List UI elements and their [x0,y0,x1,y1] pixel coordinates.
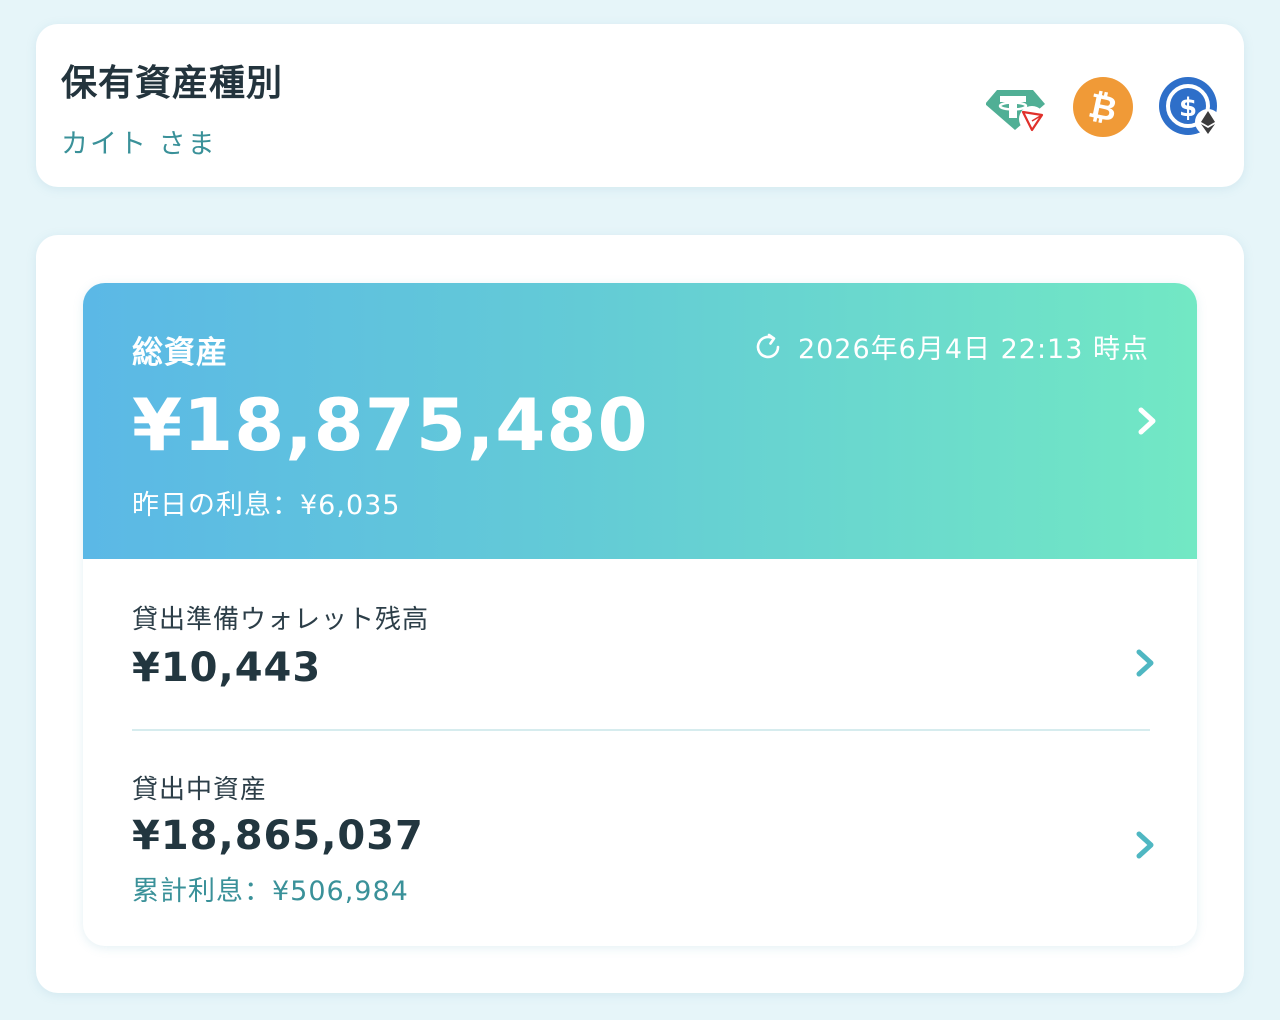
lending-assets-row[interactable]: 貸出中資産 ¥18,865,037 累計利息：¥506,984 [83,731,1197,946]
svg-text:$: $ [1179,93,1197,123]
cumulative-interest: 累計利息：¥506,984 [132,876,409,907]
total-assets-label: 総資産 [132,335,228,371]
chevron-right-icon[interactable] [1133,829,1157,861]
lending-assets-amount: ¥18,865,037 [132,813,424,859]
asset-panel: 総資産 2026年6月4日 22:13 時点 ¥18,875,480 昨日の利息… [83,283,1197,946]
reserve-wallet-label: 貸出準備ウォレット残高 [132,605,430,635]
reserve-wallet-amount: ¥10,443 [132,645,322,691]
assets-summary-card: 総資産 2026年6月4日 22:13 時点 ¥18,875,480 昨日の利息… [36,235,1244,993]
refresh-icon[interactable] [752,331,784,363]
user-name: カイト さま [61,129,217,160]
asset-types-card: 保有資産種別 カイト さま ₿ $ [36,24,1244,187]
usdc-erc20-icon: $ [1159,77,1220,135]
lending-assets-label: 貸出中資産 [132,775,268,805]
timestamp-text: 2026年6月4日 22:13 時点 [797,334,1149,365]
bitcoin-icon: ₿ [1073,77,1133,137]
total-assets-amount: ¥18,875,480 [132,383,649,467]
usdt-trc20-icon [986,90,1045,132]
chevron-right-icon[interactable] [1135,405,1159,437]
total-assets-banner[interactable]: 総資産 2026年6月4日 22:13 時点 ¥18,875,480 昨日の利息… [83,283,1197,559]
timestamp: 2026年6月4日 22:13 時点 [752,327,1149,366]
yesterday-interest: 昨日の利息：¥6,035 [132,490,401,521]
chevron-right-icon[interactable] [1133,647,1157,679]
page-title: 保有資産種別 [61,63,284,104]
reserve-wallet-row[interactable]: 貸出準備ウォレット残高 ¥10,443 [83,559,1197,731]
